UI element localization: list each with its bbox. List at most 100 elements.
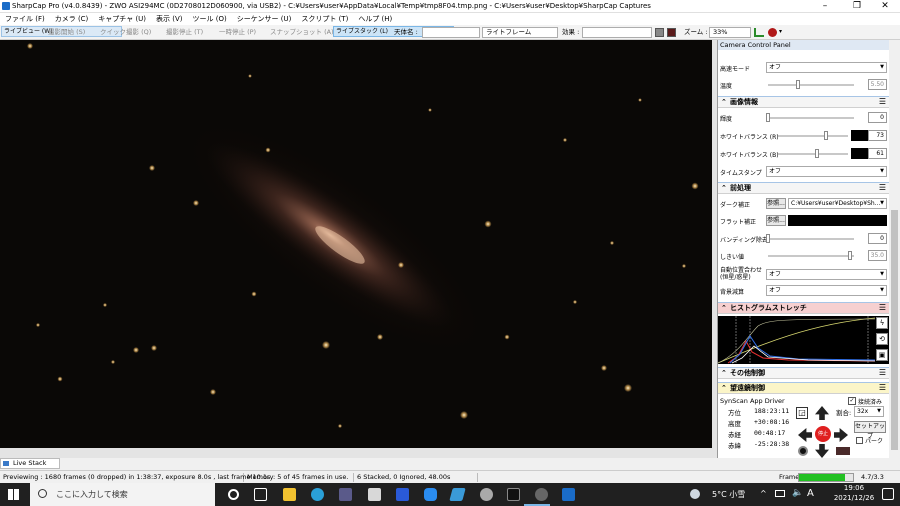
menu-tools[interactable]: ツール (O): [188, 13, 232, 25]
viewer-horizontal-scrollbar[interactable]: [0, 448, 717, 458]
flat-file-select[interactable]: [788, 215, 887, 226]
app-icon[interactable]: [535, 488, 548, 501]
banding-slider[interactable]: [766, 234, 854, 243]
save-icon[interactable]: ▣: [876, 349, 888, 361]
menu-file[interactable]: ファイル (F): [0, 13, 50, 25]
chevron-down-icon[interactable]: ▾: [779, 28, 782, 35]
wb-red-slider[interactable]: [778, 131, 848, 140]
menu-icon[interactable]: ☰: [879, 183, 886, 193]
wb-red-value[interactable]: 73: [868, 130, 887, 141]
file-explorer-icon[interactable]: [283, 488, 296, 501]
other-controls-header[interactable]: ⌃ その他制御 ☰: [718, 367, 889, 379]
focus-assist-icon[interactable]: [768, 28, 777, 37]
banding-label: バンディング除去: [720, 237, 768, 244]
pause-button[interactable]: 一時停止 (P): [219, 27, 256, 38]
temperature-slider[interactable]: [768, 80, 854, 89]
snapshot-button[interactable]: スナップショット (A): [270, 27, 334, 38]
arrow-left-icon[interactable]: [798, 428, 812, 442]
task-view-icon[interactable]: [254, 488, 267, 501]
dark-browse-button[interactable]: 参照...: [766, 198, 786, 209]
windows-start-icon[interactable]: [8, 489, 19, 500]
app-icon[interactable]: [449, 488, 466, 501]
image-viewer[interactable]: [0, 40, 712, 448]
panel-scrollbar[interactable]: [889, 40, 900, 458]
menu-sequencer[interactable]: シーケンサー (U): [232, 13, 297, 25]
connected-checkbox[interactable]: ✓: [848, 397, 856, 405]
effect-select[interactable]: [582, 27, 652, 38]
cortana-icon[interactable]: [228, 489, 239, 500]
wb-blue-slider[interactable]: [778, 149, 848, 158]
frame-progress-bar: [798, 473, 854, 482]
menu-scripting[interactable]: スクリプト (T): [296, 13, 353, 25]
dark-file-select[interactable]: C:¥Users¥user¥Desktop¥Sh... ▼: [788, 198, 887, 209]
park-checkbox[interactable]: [856, 437, 863, 444]
menu-icon[interactable]: ☰: [879, 368, 886, 378]
notification-icon[interactable]: [882, 488, 894, 500]
histogram-display[interactable]: ϟ ⟲ ▣: [718, 316, 889, 364]
chevron-up-icon[interactable]: ^: [760, 489, 767, 498]
sharpcap-taskbar-icon[interactable]: [562, 488, 575, 501]
image-info-header[interactable]: ⌃ 画像情報 ☰: [718, 96, 889, 108]
histogram-icon[interactable]: [754, 28, 764, 37]
menu-icon[interactable]: ☰: [879, 383, 886, 393]
zoom-app-icon[interactable]: [424, 488, 437, 501]
weather-text[interactable]: 5°C 小雪: [712, 489, 745, 500]
color-swatch-icon[interactable]: [667, 28, 676, 37]
store-icon[interactable]: [339, 488, 352, 501]
panel-scrollbar-thumb[interactable]: [891, 210, 898, 450]
arrow-right-icon[interactable]: [834, 428, 848, 442]
menu-help[interactable]: ヘルプ (H): [353, 13, 397, 25]
ime-indicator[interactable]: A: [807, 488, 814, 499]
preprocessing-header[interactable]: ⌃ 前処理 ☰: [718, 182, 889, 194]
edge-icon[interactable]: [311, 488, 324, 501]
quick-capture-button[interactable]: クイック撮影 (Q): [100, 27, 151, 38]
wb-blue-value[interactable]: 61: [868, 148, 887, 159]
telescope-control-header[interactable]: ⌃ 望遠鏡制御 ☰: [718, 382, 889, 394]
banding-value[interactable]: 0: [868, 233, 887, 244]
start-capture-button[interactable]: 撮影開始 (S): [48, 27, 85, 38]
network-icon[interactable]: [775, 490, 785, 497]
frame-type-select[interactable]: ライトフレーム: [482, 27, 558, 38]
gamma-slider[interactable]: [766, 113, 854, 122]
arrow-down-icon[interactable]: [815, 444, 829, 458]
histogram-stretch-header[interactable]: ⌃ ヒストグラムストレッチ ☰: [718, 302, 889, 314]
close-button[interactable]: ✕: [870, 0, 900, 13]
mail-icon[interactable]: [368, 488, 381, 501]
threshold-value[interactable]: 35.0: [868, 250, 887, 261]
setup-button[interactable]: セットアップ: [854, 421, 886, 440]
object-name-input[interactable]: [422, 27, 480, 38]
taskbar-search-input[interactable]: ここに入力して検索: [30, 483, 215, 506]
menu-camera[interactable]: カメラ (C): [50, 13, 94, 25]
lightning-icon[interactable]: ϟ: [876, 317, 888, 329]
stop-capture-button[interactable]: 撮影停止 (T): [166, 27, 203, 38]
high-speed-select[interactable]: オフ ▼: [766, 62, 887, 73]
auto-align-select[interactable]: オフ ▼: [766, 269, 887, 280]
minimize-button[interactable]: –: [810, 0, 840, 13]
clock-time[interactable]: 19:06: [830, 484, 878, 492]
live-stack-tab[interactable]: Live Stack: [0, 458, 60, 469]
app-icon[interactable]: [480, 488, 493, 501]
reset-icon[interactable]: ⟲: [876, 333, 888, 345]
rate-select[interactable]: 32x ▼: [854, 406, 884, 417]
arrow-up-icon[interactable]: [815, 406, 829, 420]
app-icon[interactable]: [507, 488, 520, 501]
background-select[interactable]: オフ ▼: [766, 285, 887, 296]
volume-icon[interactable]: 🔈: [792, 488, 803, 498]
gamma-value[interactable]: 0: [868, 112, 887, 123]
chevron-down-icon: ▼: [880, 168, 884, 174]
slew-mode-icon[interactable]: ◲: [796, 407, 808, 419]
threshold-slider[interactable]: [768, 251, 854, 260]
target-icon[interactable]: [798, 446, 808, 456]
maximize-button[interactable]: ❐: [842, 0, 872, 13]
flat-browse-button[interactable]: 参照...: [766, 215, 786, 226]
color-swatch-icon[interactable]: [655, 28, 664, 37]
calendar-icon[interactable]: [396, 488, 409, 501]
menu-icon[interactable]: ☰: [879, 97, 886, 107]
clock-date[interactable]: 2021/12/26: [824, 494, 884, 502]
menu-view[interactable]: 表示 (V): [151, 13, 187, 25]
menu-icon[interactable]: ☰: [879, 303, 886, 313]
zoom-select[interactable]: 33%: [709, 27, 751, 38]
timestamp-select[interactable]: オフ ▼: [766, 166, 887, 177]
stop-button[interactable]: 停止: [815, 426, 831, 442]
menu-capture[interactable]: キャプチャ (U): [93, 13, 151, 25]
